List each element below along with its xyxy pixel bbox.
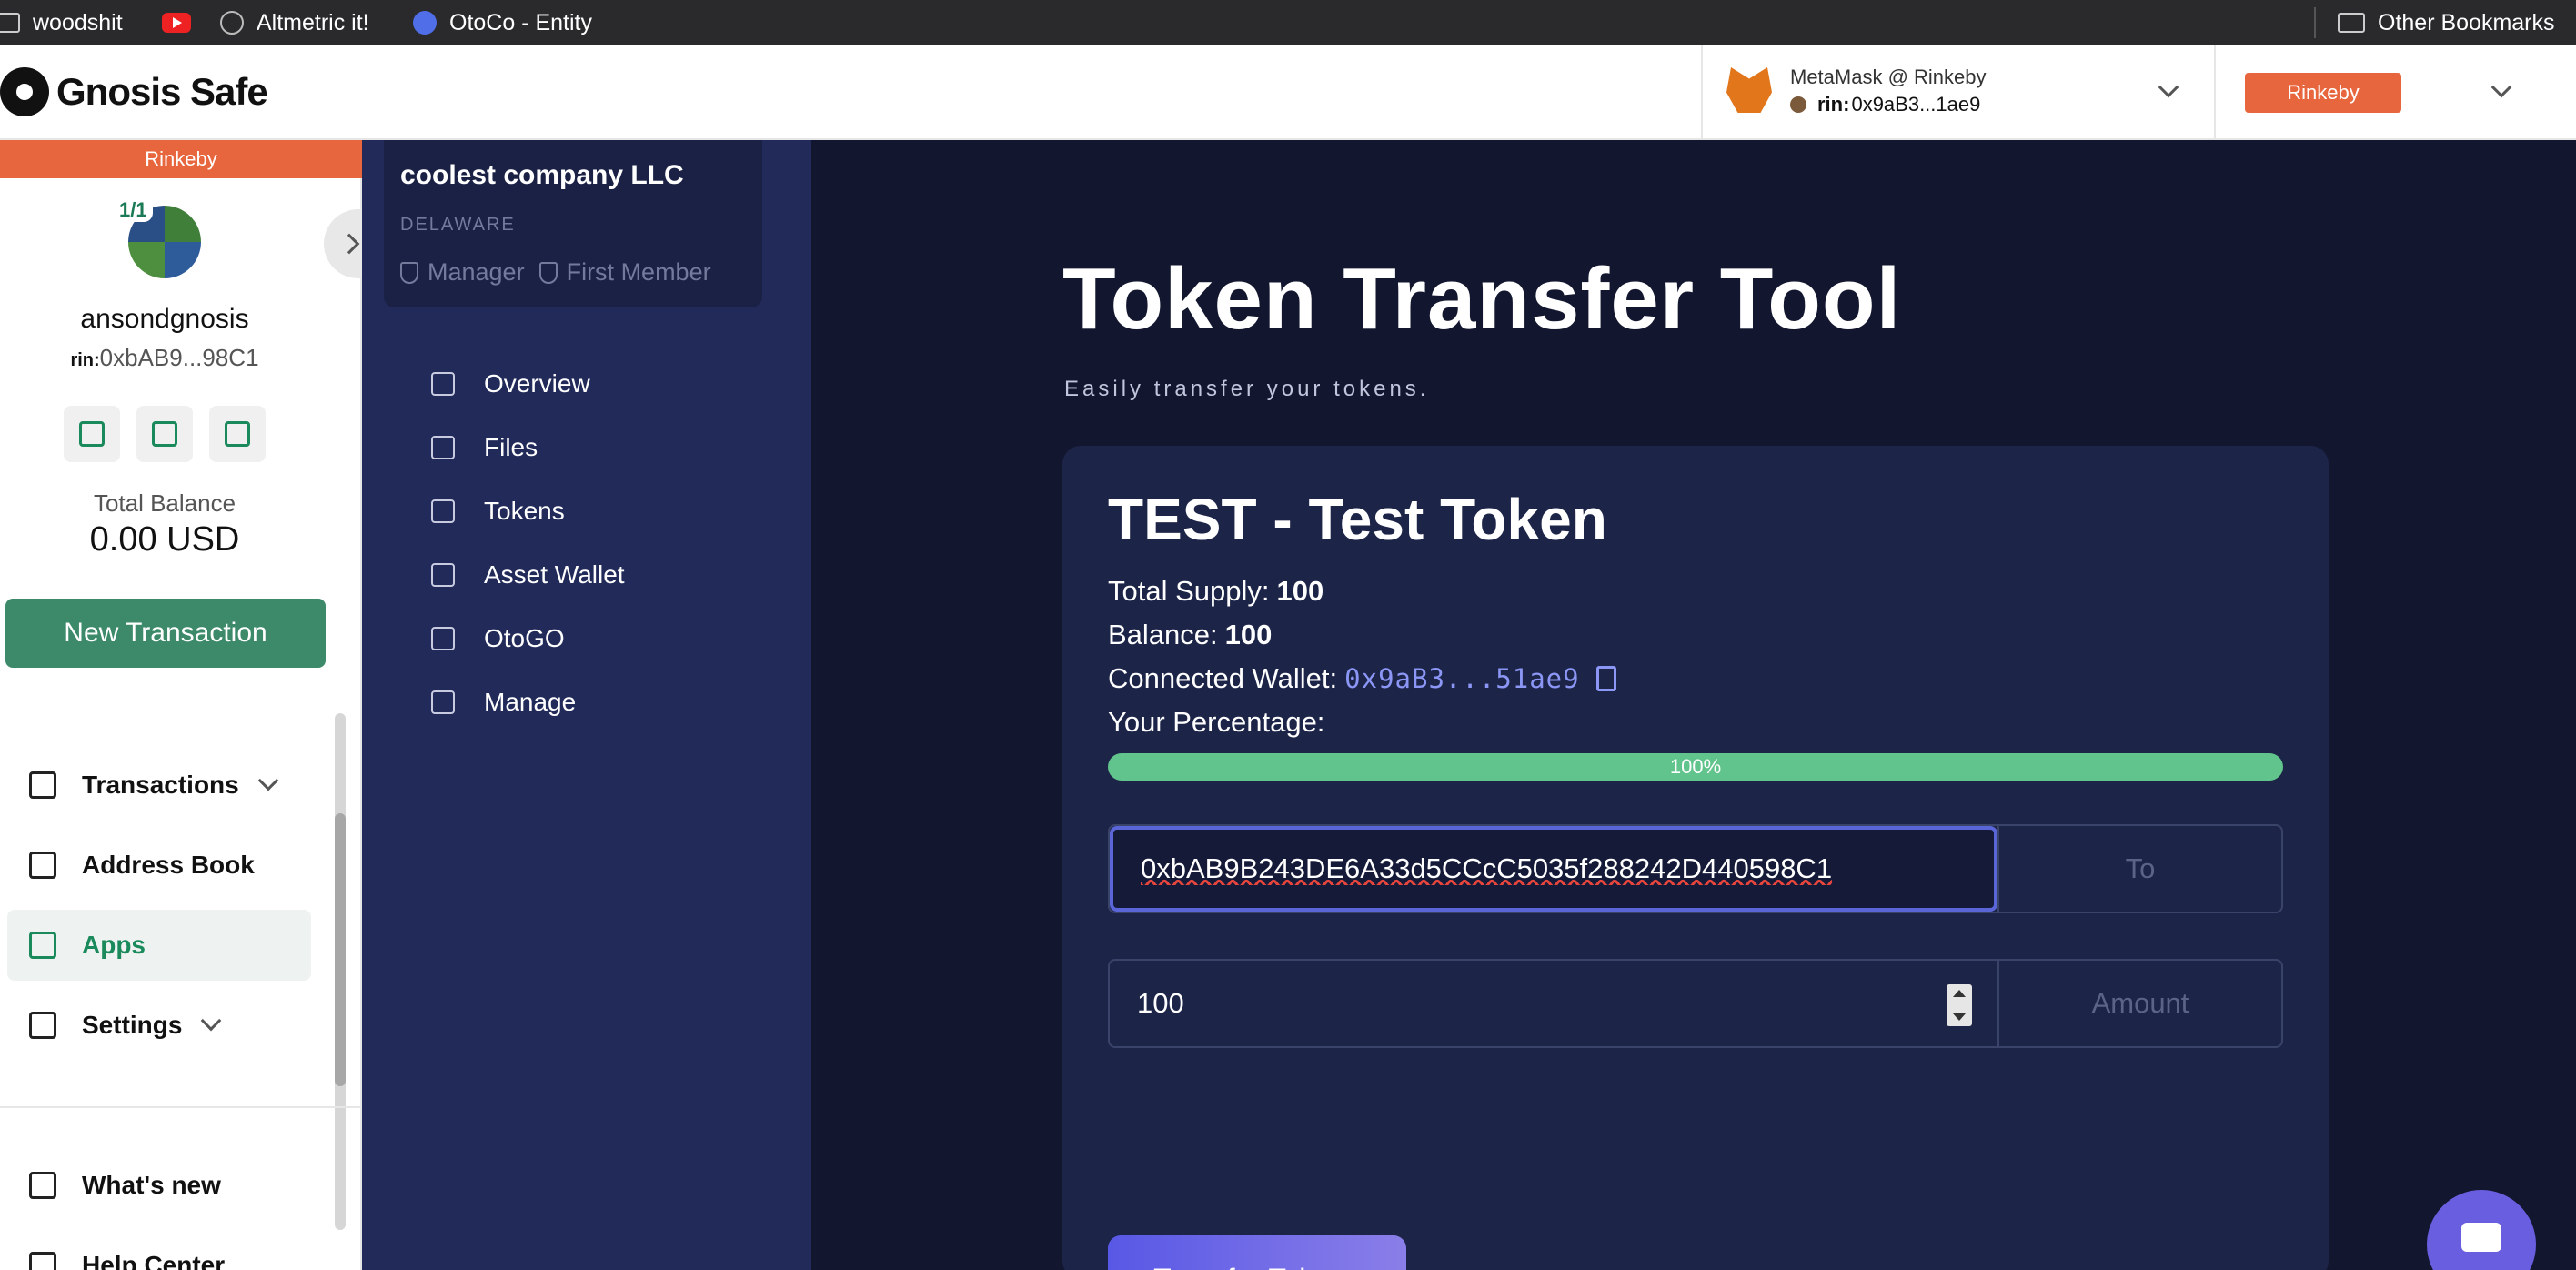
connected-wallet: Connected Wallet: 0x9aB3...51ae9 <box>1108 662 1616 695</box>
otoco-icon <box>413 11 437 35</box>
chart-icon <box>431 627 455 650</box>
metamask-fox-icon <box>1726 67 1772 113</box>
page-subtitle: Easily transfer your tokens. <box>1064 377 1430 401</box>
external-link-icon <box>225 421 250 447</box>
otoco-nav-manage[interactable]: Manage <box>431 684 576 721</box>
percentage-progress-fill: 100% <box>1108 753 2283 781</box>
company-name: coolest company LLC <box>400 160 684 190</box>
number-stepper[interactable] <box>1947 984 1972 1026</box>
chat-icon <box>2461 1223 2501 1252</box>
bookmark-youtube[interactable] <box>162 0 204 45</box>
wallet-name: MetaMask @ Rinkeby <box>1790 66 1987 88</box>
file-icon <box>431 436 455 459</box>
to-label: To <box>1997 826 2281 912</box>
sidebar-divider <box>0 1106 362 1108</box>
chevron-down-icon <box>201 1010 222 1032</box>
globe-icon <box>220 11 244 35</box>
shield-icon <box>400 261 418 284</box>
copy-icon <box>152 421 177 447</box>
bookmark-altmetric[interactable]: Altmetric it! <box>220 0 369 45</box>
otoco-nav-overview[interactable]: Overview <box>431 366 590 402</box>
company-roles: Manager First Member <box>400 258 711 287</box>
otoco-sidebar: coolest company LLC DELAWARE Manager Fir… <box>362 140 811 1270</box>
to-field: To <box>1108 824 2283 913</box>
total-balance-value: 0.00 USD <box>89 520 240 559</box>
sidebar-item-help-center[interactable]: Help Center <box>7 1230 311 1270</box>
otoco-nav-otogo[interactable]: OtoGO <box>431 620 565 657</box>
token-card: TEST - Test Token Total Supply: 100 Bala… <box>1062 446 2329 1270</box>
percentage-label: Your Percentage: <box>1108 706 1325 738</box>
otoco-nav-files[interactable]: Files <box>431 429 538 466</box>
amount-input[interactable] <box>1110 961 1997 1046</box>
threshold-badge: 1/1 <box>114 198 153 222</box>
bookmark-other[interactable]: Other Bookmarks <box>2338 0 2555 45</box>
wallet-selector[interactable]: MetaMask @ Rinkeby rin: 0x9aB3...1ae9 <box>1701 45 2216 140</box>
main-content: Token Transfer Tool Easily transfer your… <box>811 140 2576 1270</box>
clipboard-icon[interactable] <box>1595 666 1616 691</box>
bookmarks-divider <box>2314 7 2316 38</box>
gear-icon <box>431 690 455 714</box>
company-card: coolest company LLC DELAWARE Manager Fir… <box>384 140 762 307</box>
youtube-icon <box>162 13 191 33</box>
network-chevron-down-icon[interactable] <box>2490 76 2512 98</box>
gift-icon <box>29 1172 56 1199</box>
gnosis-logo-icon <box>0 67 49 116</box>
chevron-down-icon[interactable] <box>2158 76 2179 98</box>
transactions-icon <box>29 771 56 799</box>
amount-field: Amount <box>1108 959 2283 1048</box>
open-explorer-button[interactable] <box>209 406 266 462</box>
bookmark-woodshit[interactable]: woodshit <box>0 0 123 45</box>
chevron-right-icon <box>338 233 360 255</box>
amount-label: Amount <box>1997 961 2281 1046</box>
folder-icon <box>2338 13 2365 33</box>
address-book-icon <box>29 852 56 879</box>
sidebar-item-address-book[interactable]: Address Book <box>7 830 311 901</box>
wallet-address: rin: 0x9aB3...1ae9 <box>1790 93 1980 116</box>
percentage-progress-bar: 100% <box>1108 753 2283 781</box>
wallet-icon <box>431 563 455 587</box>
home-icon <box>431 372 455 396</box>
token-name: TEST - Test Token <box>1108 487 1607 552</box>
help-icon <box>29 1252 56 1270</box>
sidebar-item-settings[interactable]: Settings <box>7 990 311 1061</box>
folder-icon <box>0 13 20 33</box>
sidebar-item-whats-new[interactable]: What's new <box>7 1150 311 1221</box>
total-supply: Total Supply: 100 <box>1108 575 1324 607</box>
apps-icon <box>29 932 56 959</box>
wallet-identicon <box>1790 96 1806 113</box>
safe-address: rin:0xbAB9...98C1 <box>70 344 259 371</box>
company-jurisdiction: DELAWARE <box>400 215 516 235</box>
sidebar-item-transactions[interactable]: Transactions <box>7 750 311 821</box>
bookmark-otoco[interactable]: OtoCo - Entity <box>413 0 592 45</box>
copy-address-button[interactable] <box>136 406 193 462</box>
sidebar-scrollbar-thumb[interactable] <box>335 813 346 1086</box>
bookmarks-bar: woodshit Altmetric it! OtoCo - Entity Ot… <box>0 0 2576 45</box>
safe-sidebar: Rinkeby 1/1 ansondgnosis rin:0xbAB9...98… <box>0 140 378 1270</box>
otoco-nav-asset-wallet[interactable]: Asset Wallet <box>431 557 625 593</box>
gnosis-logo[interactable]: Gnosis Safe <box>0 67 268 116</box>
cube-icon <box>431 499 455 523</box>
shield-icon <box>538 261 558 284</box>
settings-icon <box>29 1012 56 1039</box>
qr-code-icon <box>79 421 105 447</box>
total-balance-label: Total Balance <box>93 489 236 517</box>
app-header: Gnosis Safe MetaMask @ Rinkeby rin: 0x9a… <box>0 45 2576 140</box>
otoco-nav-tokens[interactable]: Tokens <box>431 493 565 529</box>
network-badge: Rinkeby <box>2245 73 2401 113</box>
chevron-down-icon <box>257 770 279 791</box>
network-band: Rinkeby <box>0 140 362 178</box>
transfer-tokens-button[interactable]: Transfer Tokens <box>1108 1235 1406 1270</box>
safe-name: ansondgnosis <box>80 304 249 334</box>
connected-wallet-address[interactable]: 0x9aB3...51ae9 <box>1344 663 1579 694</box>
page-title: Token Transfer Tool <box>1062 250 1902 348</box>
new-transaction-button[interactable]: New Transaction <box>5 599 326 668</box>
recipient-address-input[interactable] <box>1110 826 1997 912</box>
balance: Balance: 100 <box>1108 619 1273 650</box>
sidebar-item-apps[interactable]: Apps <box>7 910 311 981</box>
qr-code-button[interactable] <box>64 406 120 462</box>
